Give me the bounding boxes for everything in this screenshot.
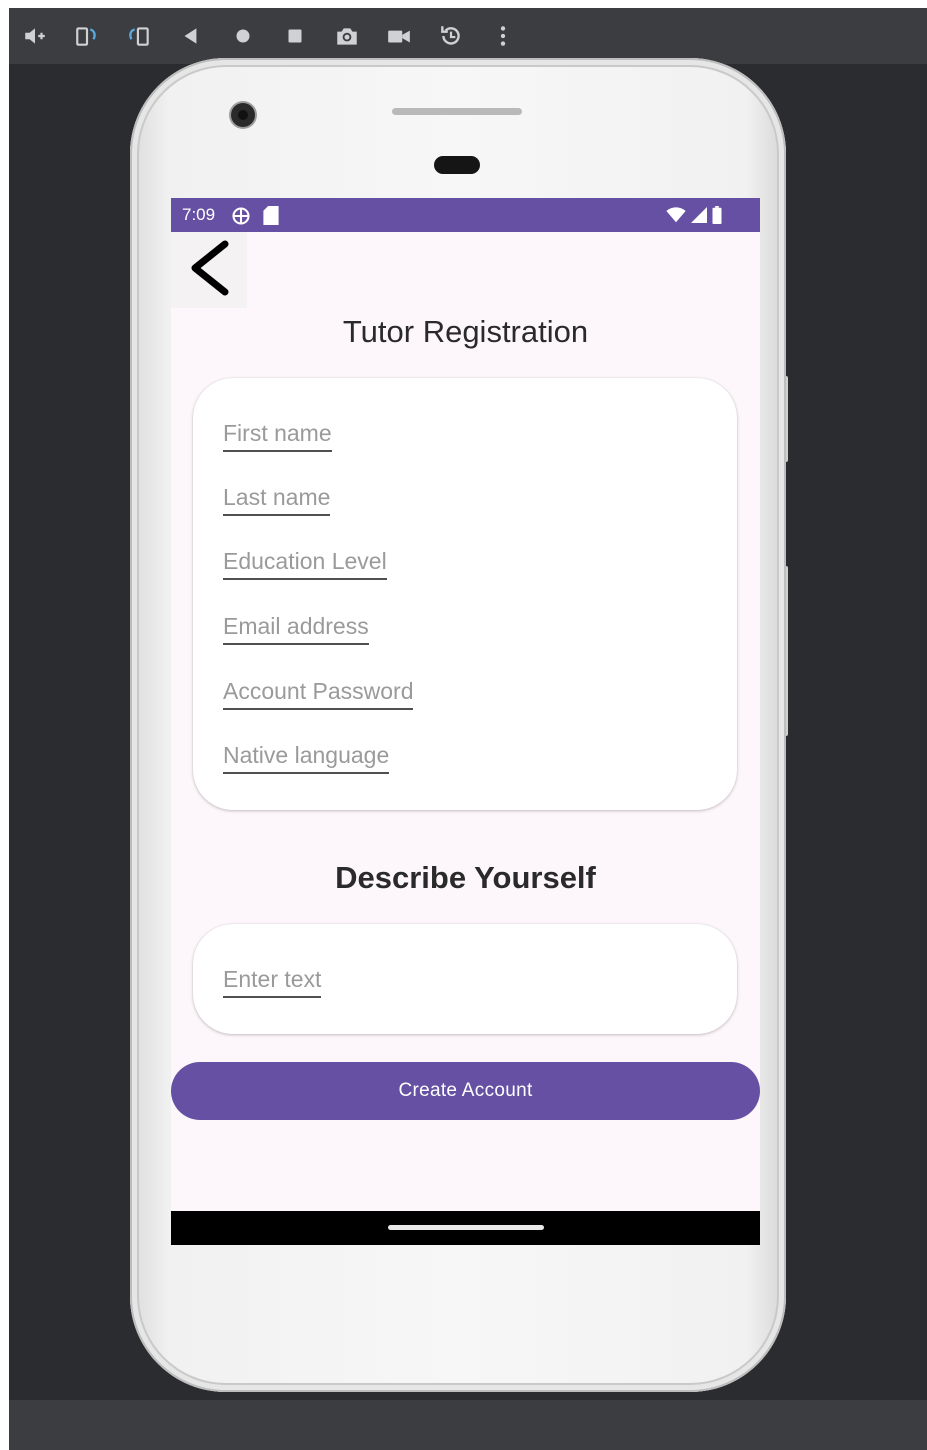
- rotate-left-icon[interactable]: [69, 18, 105, 54]
- describe-yourself-title: Describe Yourself: [335, 860, 596, 895]
- create-account-button[interactable]: Create Account: [171, 1062, 760, 1120]
- home-indicator[interactable]: [388, 1225, 544, 1230]
- home-icon[interactable]: [225, 18, 261, 54]
- more-icon[interactable]: [485, 18, 521, 54]
- emulator-toolbar: [9, 8, 927, 64]
- video-icon[interactable]: [381, 18, 417, 54]
- status-bar: 7:09: [171, 198, 760, 232]
- signal-icon: [691, 207, 707, 228]
- overview-icon[interactable]: [277, 18, 313, 54]
- page-title: Tutor Registration: [342, 314, 589, 349]
- describe-text-input[interactable]: Enter text: [223, 966, 322, 998]
- navigation-bar: [171, 1211, 760, 1245]
- email-address-field[interactable]: Email address: [223, 613, 369, 645]
- first-name-field[interactable]: First name: [223, 420, 332, 452]
- describe-card: Enter text: [193, 924, 737, 1034]
- volume-up-icon[interactable]: [17, 18, 53, 54]
- wifi-icon: [666, 207, 686, 228]
- account-password-field[interactable]: Account Password: [223, 678, 414, 710]
- back-icon[interactable]: [173, 18, 209, 54]
- status-time: 7:09: [182, 205, 216, 224]
- front-camera: [231, 103, 255, 127]
- proximity-sensor: [434, 156, 480, 174]
- sd-card-icon: [263, 206, 279, 231]
- native-language-field[interactable]: Native language: [223, 742, 390, 774]
- registration-form-card: First name Last name Education Level Ema…: [193, 378, 737, 810]
- rotate-right-icon[interactable]: [121, 18, 157, 54]
- snapshot-icon[interactable]: [433, 18, 469, 54]
- app-screen: 7:09 Tutor Registration First name Last …: [171, 198, 760, 1245]
- vpn-icon: [231, 206, 251, 231]
- chevron-left-icon: [187, 240, 231, 301]
- education-level-field[interactable]: Education Level: [223, 548, 387, 580]
- earpiece: [392, 108, 522, 115]
- last-name-field[interactable]: Last name: [223, 484, 331, 516]
- back-button[interactable]: [171, 232, 247, 308]
- emulator-bottom-bar: [9, 1400, 927, 1450]
- battery-icon: [712, 206, 722, 229]
- camera-icon[interactable]: [329, 18, 365, 54]
